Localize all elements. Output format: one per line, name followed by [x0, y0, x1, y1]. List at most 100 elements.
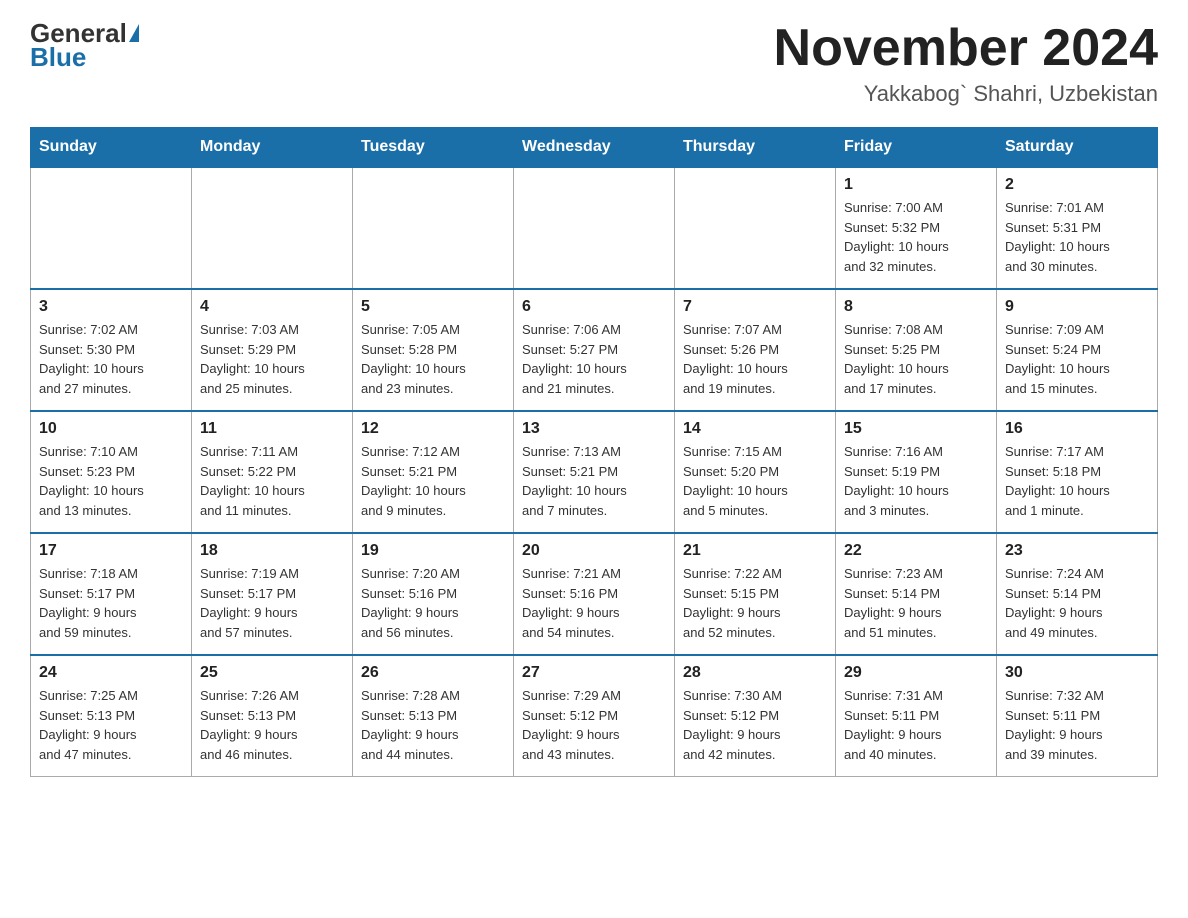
- day-info: Sunrise: 7:12 AM Sunset: 5:21 PM Dayligh…: [361, 442, 505, 520]
- calendar-week-3: 10Sunrise: 7:10 AM Sunset: 5:23 PM Dayli…: [31, 411, 1158, 533]
- calendar-cell: 1 Sunrise: 7:00 AM Sunset: 5:32 PM Daylig…: [836, 167, 997, 289]
- weekday-header-thursday: Thursday: [675, 128, 836, 168]
- calendar-week-1: 1 Sunrise: 7:00 AM Sunset: 5:32 PM Daylig…: [31, 167, 1158, 289]
- calendar-cell: 21 Sunrise: 7:22 AM Sunset: 5:15 PM Dayli…: [675, 533, 836, 655]
- day-number: 12: [361, 420, 505, 438]
- day-number: 15: [844, 420, 988, 438]
- calendar-cell: 5 Sunrise: 7:05 AM Sunset: 5:28 PM Daylig…: [353, 289, 514, 411]
- calendar-cell: 19 Sunrise: 7:20 AM Sunset: 5:16 PM Dayli…: [353, 533, 514, 655]
- day-number: 26: [361, 664, 505, 682]
- day-number: 27: [522, 664, 666, 682]
- day-number: 29: [844, 664, 988, 682]
- title-block: November 2024 Yakkabog` Shahri, Uzbekist…: [774, 20, 1158, 107]
- day-info: Sunrise: 7:20 AM Sunset: 5:16 PM Dayligh…: [361, 564, 505, 642]
- day-number: 4: [200, 298, 344, 316]
- location-title: Yakkabog` Shahri, Uzbekistan: [774, 81, 1158, 107]
- calendar-cell: 20 Sunrise: 7:21 AM Sunset: 5:16 PM Dayli…: [514, 533, 675, 655]
- day-info: Sunrise: 7:13 AM Sunset: 5:21 PM Dayligh…: [522, 442, 666, 520]
- day-number: 19: [361, 542, 505, 560]
- weekday-header-wednesday: Wednesday: [514, 128, 675, 168]
- day-number: 17: [39, 542, 183, 560]
- calendar-cell: 4 Sunrise: 7:03 AM Sunset: 5:29 PM Daylig…: [192, 289, 353, 411]
- calendar-cell: 11Sunrise: 7:11 AM Sunset: 5:22 PM Dayli…: [192, 411, 353, 533]
- day-info: Sunrise: 7:28 AM Sunset: 5:13 PM Dayligh…: [361, 686, 505, 764]
- calendar-cell: 14Sunrise: 7:15 AM Sunset: 5:20 PM Dayli…: [675, 411, 836, 533]
- day-number: 2: [1005, 176, 1149, 194]
- day-number: 21: [683, 542, 827, 560]
- weekday-header-row: SundayMondayTuesdayWednesdayThursdayFrid…: [31, 128, 1158, 168]
- day-info: Sunrise: 7:29 AM Sunset: 5:12 PM Dayligh…: [522, 686, 666, 764]
- day-info: Sunrise: 7:01 AM Sunset: 5:31 PM Dayligh…: [1005, 198, 1149, 276]
- calendar-cell: 3 Sunrise: 7:02 AM Sunset: 5:30 PM Daylig…: [31, 289, 192, 411]
- day-info: Sunrise: 7:03 AM Sunset: 5:29 PM Dayligh…: [200, 320, 344, 398]
- calendar-cell: 13 Sunrise: 7:13 AM Sunset: 5:21 PM Dayli…: [514, 411, 675, 533]
- day-number: 28: [683, 664, 827, 682]
- day-number: 1: [844, 176, 988, 194]
- calendar-cell: 15Sunrise: 7:16 AM Sunset: 5:19 PM Dayli…: [836, 411, 997, 533]
- weekday-header-sunday: Sunday: [31, 128, 192, 168]
- calendar-cell: 12 Sunrise: 7:12 AM Sunset: 5:21 PM Dayli…: [353, 411, 514, 533]
- day-info: Sunrise: 7:21 AM Sunset: 5:16 PM Dayligh…: [522, 564, 666, 642]
- calendar-cell: 22 Sunrise: 7:23 AM Sunset: 5:14 PM Dayli…: [836, 533, 997, 655]
- calendar-cell: 2 Sunrise: 7:01 AM Sunset: 5:31 PM Daylig…: [997, 167, 1158, 289]
- day-number: 6: [522, 298, 666, 316]
- day-info: Sunrise: 7:24 AM Sunset: 5:14 PM Dayligh…: [1005, 564, 1149, 642]
- logo: General Blue: [30, 20, 139, 73]
- calendar-cell: 17 Sunrise: 7:18 AM Sunset: 5:17 PM Dayli…: [31, 533, 192, 655]
- calendar-cell: [192, 167, 353, 289]
- page-header: General Blue November 2024 Yakkabog` Sha…: [30, 20, 1158, 107]
- day-number: 25: [200, 664, 344, 682]
- day-number: 22: [844, 542, 988, 560]
- day-number: 8: [844, 298, 988, 316]
- calendar-cell: 16 Sunrise: 7:17 AM Sunset: 5:18 PM Dayli…: [997, 411, 1158, 533]
- day-info: Sunrise: 7:07 AM Sunset: 5:26 PM Dayligh…: [683, 320, 827, 398]
- day-info: Sunrise: 7:00 AM Sunset: 5:32 PM Dayligh…: [844, 198, 988, 276]
- calendar-table: SundayMondayTuesdayWednesdayThursdayFrid…: [30, 127, 1158, 777]
- day-number: 5: [361, 298, 505, 316]
- day-number: 16: [1005, 420, 1149, 438]
- day-number: 18: [200, 542, 344, 560]
- calendar-cell: 23Sunrise: 7:24 AM Sunset: 5:14 PM Dayli…: [997, 533, 1158, 655]
- calendar-cell: 29Sunrise: 7:31 AM Sunset: 5:11 PM Dayli…: [836, 655, 997, 777]
- day-info: Sunrise: 7:18 AM Sunset: 5:17 PM Dayligh…: [39, 564, 183, 642]
- day-info: Sunrise: 7:22 AM Sunset: 5:15 PM Dayligh…: [683, 564, 827, 642]
- day-info: Sunrise: 7:11 AM Sunset: 5:22 PM Dayligh…: [200, 442, 344, 520]
- calendar-cell: [353, 167, 514, 289]
- logo-blue-text: Blue: [30, 42, 86, 73]
- calendar-cell: [514, 167, 675, 289]
- calendar-cell: 25 Sunrise: 7:26 AM Sunset: 5:13 PM Dayli…: [192, 655, 353, 777]
- calendar-cell: 28Sunrise: 7:30 AM Sunset: 5:12 PM Dayli…: [675, 655, 836, 777]
- day-info: Sunrise: 7:25 AM Sunset: 5:13 PM Dayligh…: [39, 686, 183, 764]
- calendar-week-2: 3 Sunrise: 7:02 AM Sunset: 5:30 PM Daylig…: [31, 289, 1158, 411]
- weekday-header-friday: Friday: [836, 128, 997, 168]
- calendar-cell: 6 Sunrise: 7:06 AM Sunset: 5:27 PM Daylig…: [514, 289, 675, 411]
- day-number: 20: [522, 542, 666, 560]
- day-number: 24: [39, 664, 183, 682]
- calendar-cell: [31, 167, 192, 289]
- calendar-cell: 26 Sunrise: 7:28 AM Sunset: 5:13 PM Dayli…: [353, 655, 514, 777]
- day-info: Sunrise: 7:15 AM Sunset: 5:20 PM Dayligh…: [683, 442, 827, 520]
- weekday-header-monday: Monday: [192, 128, 353, 168]
- calendar-cell: 10Sunrise: 7:10 AM Sunset: 5:23 PM Dayli…: [31, 411, 192, 533]
- day-info: Sunrise: 7:09 AM Sunset: 5:24 PM Dayligh…: [1005, 320, 1149, 398]
- logo-triangle-icon: [129, 24, 139, 42]
- day-info: Sunrise: 7:02 AM Sunset: 5:30 PM Dayligh…: [39, 320, 183, 398]
- day-number: 30: [1005, 664, 1149, 682]
- day-info: Sunrise: 7:05 AM Sunset: 5:28 PM Dayligh…: [361, 320, 505, 398]
- day-info: Sunrise: 7:06 AM Sunset: 5:27 PM Dayligh…: [522, 320, 666, 398]
- day-info: Sunrise: 7:17 AM Sunset: 5:18 PM Dayligh…: [1005, 442, 1149, 520]
- weekday-header-tuesday: Tuesday: [353, 128, 514, 168]
- day-info: Sunrise: 7:23 AM Sunset: 5:14 PM Dayligh…: [844, 564, 988, 642]
- day-number: 13: [522, 420, 666, 438]
- day-number: 10: [39, 420, 183, 438]
- calendar-week-5: 24 Sunrise: 7:25 AM Sunset: 5:13 PM Dayli…: [31, 655, 1158, 777]
- calendar-body: 1 Sunrise: 7:00 AM Sunset: 5:32 PM Daylig…: [31, 167, 1158, 777]
- calendar-week-4: 17 Sunrise: 7:18 AM Sunset: 5:17 PM Dayli…: [31, 533, 1158, 655]
- calendar-cell: 27 Sunrise: 7:29 AM Sunset: 5:12 PM Dayli…: [514, 655, 675, 777]
- day-info: Sunrise: 7:26 AM Sunset: 5:13 PM Dayligh…: [200, 686, 344, 764]
- day-info: Sunrise: 7:19 AM Sunset: 5:17 PM Dayligh…: [200, 564, 344, 642]
- calendar-cell: 8Sunrise: 7:08 AM Sunset: 5:25 PM Daylig…: [836, 289, 997, 411]
- day-number: 3: [39, 298, 183, 316]
- day-number: 7: [683, 298, 827, 316]
- calendar-cell: 7 Sunrise: 7:07 AM Sunset: 5:26 PM Daylig…: [675, 289, 836, 411]
